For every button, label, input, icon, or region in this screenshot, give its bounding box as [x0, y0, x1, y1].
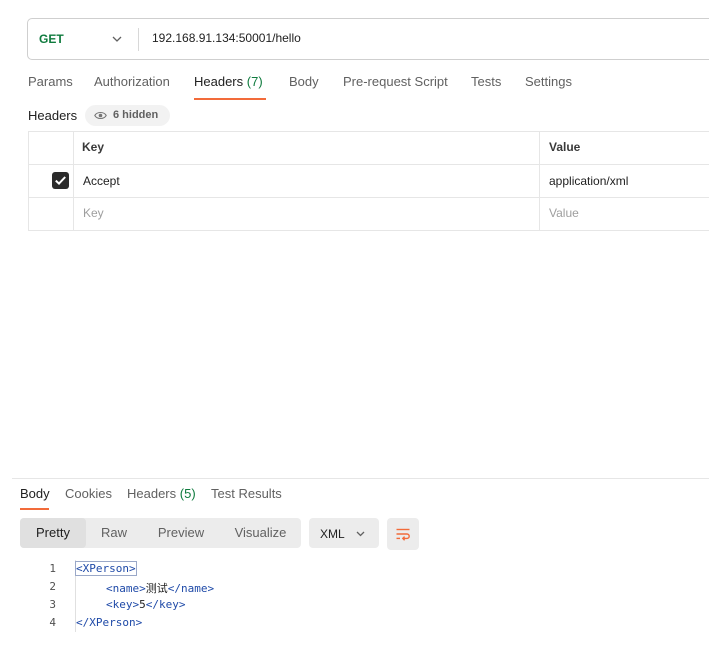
line-number: 1 — [49, 562, 56, 575]
table-border-top — [28, 131, 709, 132]
code-line-open-tag: </XPerson> — [76, 616, 143, 629]
code-line-close-tag: </name> — [167, 582, 215, 595]
response-tab-headers-label: Headers — [127, 486, 177, 501]
line-number: 2 — [49, 580, 56, 593]
code-line: <name>测试</name> — [106, 580, 214, 596]
tab-params[interactable]: Params — [28, 74, 73, 89]
view-mode-pretty[interactable]: Pretty — [20, 518, 86, 548]
wrap-lines-button[interactable] — [387, 518, 419, 550]
tab-authorization[interactable]: Authorization — [94, 74, 170, 89]
code-line-text: 5 — [139, 598, 146, 611]
checkbox-checked-icon — [55, 176, 66, 186]
hidden-headers-toggle[interactable]: 6 hidden — [85, 105, 170, 126]
tab-headers-label: Headers — [194, 74, 244, 89]
url-divider — [138, 28, 139, 51]
chevron-down-icon — [356, 531, 365, 537]
code-line-close-tag: </key> — [145, 598, 186, 611]
header-key-cell[interactable]: Accept — [83, 174, 120, 188]
table-border-bottom — [28, 230, 709, 231]
tab-headers-count: (7) — [246, 74, 263, 89]
header-enabled-checkbox[interactable] — [52, 172, 69, 189]
new-header-value-input[interactable]: Value — [549, 206, 579, 220]
format-selector[interactable]: XML — [309, 518, 379, 548]
response-tab-headers-count: (5) — [179, 486, 196, 501]
response-tab-test-results[interactable]: Test Results — [211, 486, 282, 501]
url-input[interactable]: 192.168.91.134:50001/hello — [152, 31, 301, 45]
tab-headers[interactable]: Headers (7) — [194, 74, 263, 89]
table-row-divider — [28, 164, 709, 165]
tab-tests[interactable]: Tests — [471, 74, 501, 89]
table-border-left — [28, 131, 29, 231]
code-line-open-tag: <XPerson> — [75, 561, 137, 576]
method-label: GET — [39, 32, 64, 46]
table-col-divider — [539, 131, 540, 231]
table-row-divider — [28, 197, 709, 198]
active-tab-underline — [194, 98, 266, 100]
column-header-key: Key — [82, 140, 105, 154]
view-mode-selector: Pretty Raw Preview Visualize — [20, 518, 301, 548]
response-tab-cookies[interactable]: Cookies — [65, 486, 112, 501]
table-col-divider — [73, 131, 74, 231]
request-url-bar: GET 192.168.91.134:50001/hello — [27, 18, 709, 60]
eye-icon — [94, 111, 107, 120]
response-tab-body[interactable]: Body — [20, 486, 50, 501]
column-header-value: Value — [549, 140, 581, 154]
response-panel-divider — [12, 478, 709, 479]
new-header-key-input[interactable]: Key — [83, 206, 104, 220]
view-mode-preview[interactable]: Preview — [142, 518, 220, 548]
format-label: XML — [320, 527, 345, 541]
tab-pre-request-script[interactable]: Pre-request Script — [343, 74, 448, 89]
code-line: <XPerson> — [75, 561, 137, 576]
line-number: 4 — [49, 616, 56, 629]
code-line-text: 测试 — [145, 582, 168, 595]
line-number: 3 — [49, 598, 56, 611]
wrap-lines-icon — [396, 528, 410, 541]
headers-table: Key Value Accept application/xml Key Val… — [28, 131, 709, 231]
chevron-down-icon — [112, 36, 122, 42]
active-response-tab-underline — [20, 508, 49, 510]
code-line: </XPerson> — [76, 616, 142, 629]
view-mode-raw[interactable]: Raw — [86, 518, 142, 548]
method-selector[interactable]: GET — [28, 19, 138, 59]
view-mode-visualize[interactable]: Visualize — [220, 518, 301, 548]
code-line-open-tag: <name> — [106, 582, 146, 595]
tab-settings[interactable]: Settings — [525, 74, 572, 89]
tab-body[interactable]: Body — [289, 74, 319, 89]
code-line: <key>5</key> — [106, 598, 186, 611]
code-line-open-tag: <key> — [106, 598, 140, 611]
response-tab-headers[interactable]: Headers (5) — [127, 486, 196, 501]
header-value-cell[interactable]: application/xml — [549, 174, 628, 188]
headers-section-title: Headers — [28, 108, 78, 123]
hidden-headers-label: 6 hidden — [113, 109, 159, 121]
